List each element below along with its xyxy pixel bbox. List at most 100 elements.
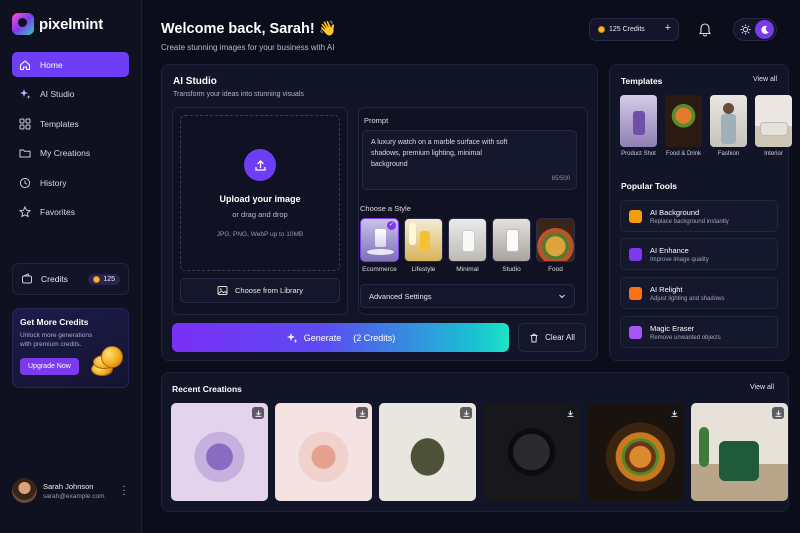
style-label-text: Studio — [502, 266, 521, 273]
clear-all-label: Clear All — [545, 333, 575, 342]
choose-library-button[interactable]: Choose from Library — [180, 278, 340, 303]
credits-value: 125 — [103, 275, 115, 283]
style-option-lifestyle[interactable]: Lifestyle — [404, 218, 443, 273]
sparkle-icon — [286, 332, 298, 343]
style-option-minimal[interactable]: Minimal — [448, 218, 487, 273]
popular-tools-title: Popular Tools — [621, 181, 678, 191]
tool-name: AI Relight — [650, 285, 683, 294]
sidebar-item-my-creations[interactable]: My Creations — [12, 141, 129, 166]
background-icon — [629, 210, 642, 223]
upload-dropzone[interactable]: Upload your image or drag and drop JPG, … — [180, 115, 340, 271]
sparkle-icon — [20, 89, 31, 99]
relight-icon — [629, 287, 642, 300]
prompt-counter: 85/500 — [551, 176, 570, 182]
upload-panel: Upload your image or drag and drop JPG, … — [172, 107, 348, 315]
header-credits[interactable]: 125 Credits + — [589, 18, 679, 41]
style-label-text: Lifestyle — [411, 266, 436, 273]
style-option-food[interactable]: Food — [536, 218, 575, 273]
prompt-label: Prompt — [364, 116, 389, 125]
style-thumbnail — [536, 218, 575, 262]
template-thumbnail — [665, 95, 702, 147]
generate-button[interactable]: Generate (2 Credits) — [172, 323, 509, 352]
recent-item-perfume-purple[interactable] — [171, 403, 268, 501]
style-thumbnail — [492, 218, 531, 262]
sidebar-item-label: History — [40, 177, 67, 188]
sidebar-item-templates[interactable]: Templates — [12, 111, 129, 136]
home-icon — [19, 59, 31, 70]
download-icon[interactable] — [772, 407, 784, 419]
generate-credits: (2 Credits) — [353, 332, 396, 343]
template-interior[interactable]: Interior — [755, 95, 792, 157]
tool-ai-relight[interactable]: AI Relight Adjust lighting and shadows — [620, 277, 778, 309]
template-food-drink[interactable]: Food & Drink — [665, 95, 702, 157]
tool-name: Magic Eraser — [650, 324, 695, 333]
style-label-text: Minimal — [456, 266, 479, 273]
recent-item-burger[interactable] — [587, 403, 684, 501]
credits-badge: 125 — [88, 273, 120, 285]
folder-icon — [19, 149, 31, 158]
template-list: Product Shot Food & Drink Fashion Interi… — [620, 95, 792, 157]
download-icon[interactable] — [356, 407, 368, 419]
sidebar-item-home[interactable]: Home — [12, 52, 129, 77]
enhance-icon — [629, 248, 642, 261]
sidebar-item-label: Home — [40, 59, 63, 70]
tool-desc: Replace background instantly — [650, 219, 729, 225]
template-label: Product Shot — [621, 151, 656, 157]
header-credits-label: 125 Credits — [609, 26, 645, 33]
add-credits-icon[interactable]: + — [665, 22, 671, 34]
template-product-shot[interactable]: Product Shot — [620, 95, 657, 157]
recent-list — [171, 403, 788, 501]
avatar — [12, 478, 37, 503]
tool-ai-enhance[interactable]: AI Enhance Improve image quality — [620, 238, 778, 270]
template-thumbnail — [755, 95, 792, 147]
clear-all-button[interactable]: Clear All — [518, 323, 586, 352]
style-option-ecommerce[interactable]: ✓ Ecommerce — [360, 218, 399, 273]
tool-magic-eraser[interactable]: Magic Eraser Remove unwanted objects — [620, 316, 778, 348]
trash-icon — [530, 333, 538, 342]
templates-panel: Templates View all Product Shot Food & D… — [609, 64, 792, 361]
page-title: Welcome back, Sarah! 👋 — [161, 21, 337, 37]
theme-toggle[interactable] — [733, 18, 777, 41]
star-icon — [19, 206, 31, 218]
style-label-text: Ecommerce — [362, 266, 397, 273]
recent-item-armchair[interactable] — [691, 403, 788, 501]
download-icon[interactable] — [668, 407, 680, 419]
advanced-settings-dropdown[interactable]: Advanced Settings — [360, 284, 575, 308]
tool-desc: Improve image quality — [650, 257, 709, 263]
recent-item-headphones[interactable] — [483, 403, 580, 501]
page-subtitle: Create stunning images for your business… — [161, 43, 335, 52]
upload-or-text: or drag and drop — [232, 210, 288, 219]
upgrade-button[interactable]: Upgrade Now — [20, 358, 79, 375]
more-options-icon[interactable]: · · · — [119, 481, 129, 499]
bell-icon[interactable] — [697, 21, 713, 37]
templates-view-all-link[interactable]: View all — [753, 76, 777, 83]
promo-title: Get More Credits — [20, 317, 89, 327]
template-label: Food & Drink — [665, 151, 701, 157]
template-label: Fashion — [717, 151, 740, 157]
sidebar-item-history[interactable]: History — [12, 170, 129, 195]
grid-icon — [19, 118, 31, 129]
download-icon[interactable] — [252, 407, 264, 419]
tool-name: AI Enhance — [650, 246, 689, 255]
prompt-textarea[interactable]: A luxury watch on a marble surface with … — [362, 130, 577, 190]
tool-ai-background[interactable]: AI Background Replace background instant… — [620, 200, 778, 232]
sidebar-item-favorites[interactable]: Favorites — [12, 200, 129, 225]
download-icon[interactable] — [564, 407, 576, 419]
brand-logo[interactable]: pixelmint — [12, 13, 103, 35]
sidebar-item-label: AI Studio — [40, 89, 75, 99]
sidebar-item-ai-studio[interactable]: AI Studio — [12, 82, 129, 107]
download-icon[interactable] — [460, 407, 472, 419]
recent-title: Recent Creations — [172, 384, 242, 394]
recent-item-handbag[interactable] — [379, 403, 476, 501]
ai-studio-panel: AI Studio Transform your ideas into stun… — [161, 64, 598, 361]
tool-desc: Adjust lighting and shadows — [650, 296, 725, 302]
style-thumbnail — [404, 218, 443, 262]
credits-label: Credits — [41, 274, 68, 284]
sidebar-credits[interactable]: Credits 125 — [12, 263, 129, 295]
user-profile[interactable]: Sarah Johnson sarah@example.com · · · — [12, 478, 129, 503]
style-option-studio[interactable]: Studio — [492, 218, 531, 273]
recent-item-perfume-pink[interactable] — [275, 403, 372, 501]
upload-formats: JPG, PNG, WebP up to 10MB — [216, 231, 304, 238]
template-fashion[interactable]: Fashion — [710, 95, 747, 157]
recent-view-all-link[interactable]: View all — [750, 384, 774, 391]
